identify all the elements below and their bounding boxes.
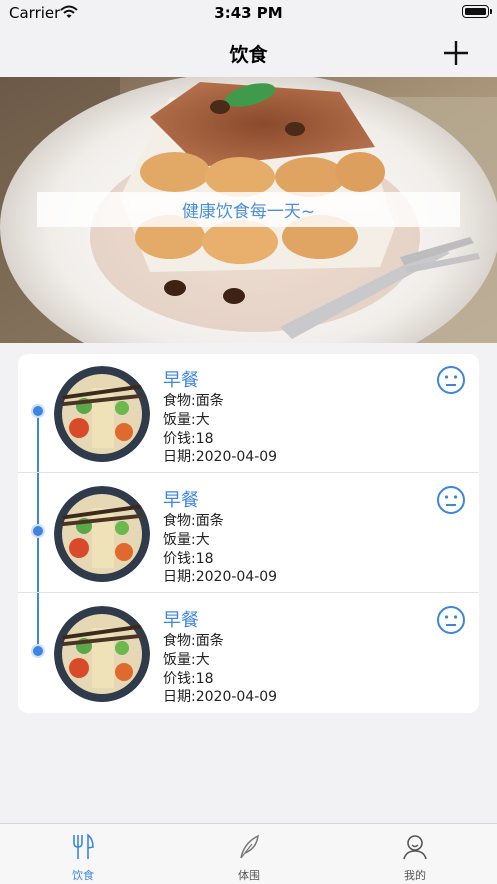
portion-label: 饭量:大 — [163, 412, 210, 428]
tab-label: 饮食 — [72, 869, 94, 882]
status-bar: Carrier 3:43 PM — [0, 0, 497, 27]
food-label: 食物:面条 — [163, 633, 224, 649]
banner-slogan: 健康饮食每一天~ — [37, 192, 460, 227]
tab-body-measurements[interactable]: 体围 — [166, 824, 332, 884]
noodle-photo — [54, 606, 150, 702]
meal-list: 早餐 食物:面条 饭量:大 价钱:18 日期:2020-04-09 早餐 食物:… — [18, 354, 479, 713]
date-label: 日期:2020-04-09 — [163, 569, 278, 585]
fork-knife-icon — [0, 833, 166, 865]
feather-icon — [166, 833, 332, 865]
noodle-photo — [54, 366, 150, 462]
date-label: 日期:2020-04-09 — [163, 689, 278, 705]
food-label: 食物:面条 — [163, 393, 224, 409]
timeline-dot — [31, 404, 45, 418]
banner-image: 健康饮食每一天~ — [0, 77, 497, 343]
banner-slogan-text: 健康饮食每一天~ — [181, 202, 316, 222]
timeline-dot — [31, 644, 45, 658]
status-time: 3:43 PM — [214, 4, 283, 22]
meal-row[interactable]: 早餐 食物:面条 饭量:大 价钱:18 日期:2020-04-09 — [18, 594, 479, 713]
price-label: 价钱:18 — [163, 671, 214, 687]
meal-row[interactable]: 早餐 食物:面条 饭量:大 价钱:18 日期:2020-04-09 — [18, 474, 479, 593]
navigation-bar: 饮食 — [0, 27, 497, 77]
date-label: 日期:2020-04-09 — [163, 449, 278, 465]
row-divider — [18, 592, 479, 593]
price-label: 价钱:18 — [163, 431, 214, 447]
plus-icon — [444, 41, 468, 65]
page-title: 饮食 — [229, 44, 268, 66]
neutral-face-icon[interactable] — [436, 365, 466, 395]
row-divider — [18, 472, 479, 473]
timeline-dot — [31, 524, 45, 538]
portion-label: 饭量:大 — [163, 652, 210, 668]
price-label: 价钱:18 — [163, 551, 214, 567]
portion-label: 饭量:大 — [163, 532, 210, 548]
noodle-photo — [54, 486, 150, 582]
meal-type: 早餐 — [163, 610, 199, 631]
tab-label: 我的 — [404, 869, 426, 882]
add-button[interactable] — [441, 38, 471, 68]
meal-row[interactable]: 早餐 食物:面条 饭量:大 价钱:18 日期:2020-04-09 — [18, 354, 479, 473]
meal-type: 早餐 — [163, 490, 199, 511]
neutral-face-icon[interactable] — [436, 605, 466, 635]
meal-type: 早餐 — [163, 370, 199, 391]
tab-label: 体围 — [238, 869, 260, 882]
battery-icon — [462, 5, 492, 18]
person-icon — [332, 833, 497, 865]
food-label: 食物:面条 — [163, 513, 224, 529]
tab-mine[interactable]: 我的 — [332, 824, 497, 884]
tab-diet[interactable]: 饮食 — [0, 824, 166, 884]
tab-bar: 饮食 体围 我的 — [0, 823, 497, 884]
neutral-face-icon[interactable] — [436, 485, 466, 515]
